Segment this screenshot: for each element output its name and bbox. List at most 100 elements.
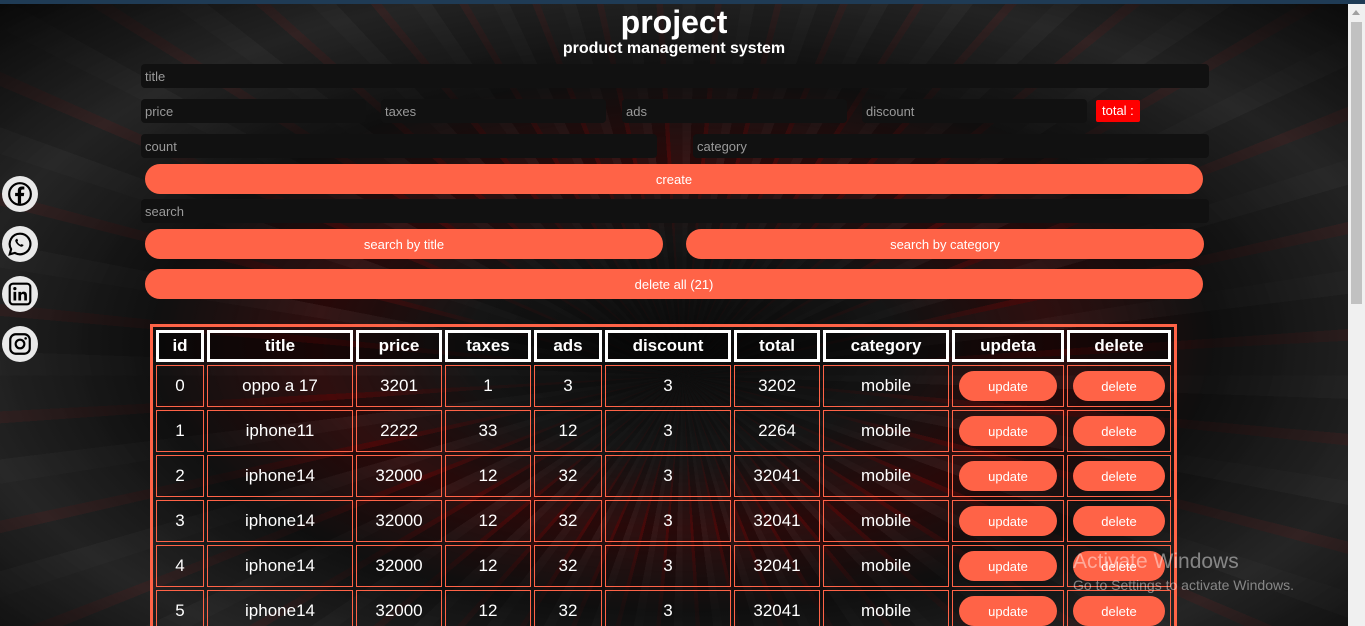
cell-delete: delete bbox=[1067, 365, 1171, 407]
delete-all-button[interactable]: delete all (21) bbox=[145, 269, 1203, 299]
vertical-scrollbar[interactable] bbox=[1348, 4, 1365, 626]
search-by-category-button[interactable]: search by category bbox=[686, 229, 1204, 259]
cell-update: update bbox=[952, 500, 1064, 542]
table-row: 0 oppo a 17 3201 1 3 3 3202 mobile updat… bbox=[156, 365, 1171, 407]
cell-discount: 3 bbox=[605, 545, 731, 587]
header-category: category bbox=[823, 330, 949, 362]
header-delete: delete bbox=[1067, 330, 1171, 362]
cell-update: update bbox=[952, 590, 1064, 626]
cell-total: 2264 bbox=[734, 410, 820, 452]
update-button[interactable]: update bbox=[959, 461, 1057, 491]
cell-update: update bbox=[952, 545, 1064, 587]
watermark-title: Activate Windows bbox=[1073, 550, 1239, 573]
header-taxes: taxes bbox=[445, 330, 531, 362]
cell-total: 32041 bbox=[734, 545, 820, 587]
cell-taxes: 12 bbox=[445, 455, 531, 497]
cell-delete: delete bbox=[1067, 410, 1171, 452]
cell-category: mobile bbox=[823, 545, 949, 587]
update-button[interactable]: update bbox=[959, 551, 1057, 581]
table-row: 4 iphone14 32000 12 32 3 32041 mobile up… bbox=[156, 545, 1171, 587]
taxes-input[interactable] bbox=[381, 99, 606, 123]
linkedin-link[interactable] bbox=[2, 276, 38, 312]
cell-taxes: 12 bbox=[445, 590, 531, 626]
cell-delete: delete bbox=[1067, 500, 1171, 542]
cell-category: mobile bbox=[823, 365, 949, 407]
cell-title: iphone14 bbox=[207, 500, 353, 542]
cell-title: iphone14 bbox=[207, 545, 353, 587]
cell-discount: 3 bbox=[605, 455, 731, 497]
cell-price: 2222 bbox=[356, 410, 442, 452]
cell-price: 32000 bbox=[356, 500, 442, 542]
search-input[interactable] bbox=[141, 199, 1209, 223]
cell-id: 1 bbox=[156, 410, 204, 452]
cell-taxes: 33 bbox=[445, 410, 531, 452]
cell-title: iphone11 bbox=[207, 410, 353, 452]
ads-input[interactable] bbox=[622, 99, 847, 123]
cell-category: mobile bbox=[823, 410, 949, 452]
cell-total: 3202 bbox=[734, 365, 820, 407]
facebook-link[interactable] bbox=[2, 176, 38, 212]
cell-price: 3201 bbox=[356, 365, 442, 407]
watermark-subtitle: Go to Settings to activate Windows. bbox=[1073, 577, 1294, 593]
cell-id: 0 bbox=[156, 365, 204, 407]
update-button[interactable]: update bbox=[959, 506, 1057, 536]
delete-button[interactable]: delete bbox=[1073, 506, 1165, 536]
table-row: 5 iphone14 32000 12 32 3 32041 mobile up… bbox=[156, 590, 1171, 626]
whatsapp-icon bbox=[8, 232, 32, 256]
scrollbar-thumb[interactable] bbox=[1351, 22, 1362, 304]
count-input[interactable] bbox=[141, 134, 657, 158]
update-button[interactable]: update bbox=[959, 596, 1057, 626]
activation-watermark: Activate Windows Go to Settings to activ… bbox=[1073, 550, 1294, 593]
title-input[interactable] bbox=[141, 64, 1209, 88]
cell-total: 32041 bbox=[734, 500, 820, 542]
cell-price: 32000 bbox=[356, 590, 442, 626]
cell-id: 2 bbox=[156, 455, 204, 497]
update-button[interactable]: update bbox=[959, 371, 1057, 401]
cell-discount: 3 bbox=[605, 500, 731, 542]
discount-input[interactable] bbox=[862, 99, 1087, 123]
cell-update: update bbox=[952, 410, 1064, 452]
delete-button[interactable]: delete bbox=[1073, 416, 1165, 446]
total-badge: total : bbox=[1096, 100, 1140, 122]
cell-ads: 32 bbox=[534, 500, 602, 542]
table-header-row: id title price taxes ads discount total … bbox=[156, 330, 1171, 362]
cell-taxes: 12 bbox=[445, 500, 531, 542]
products-table: id title price taxes ads discount total … bbox=[150, 324, 1177, 626]
cell-ads: 12 bbox=[534, 410, 602, 452]
cell-update: update bbox=[952, 455, 1064, 497]
create-button[interactable]: create bbox=[145, 164, 1203, 194]
cell-ads: 32 bbox=[534, 590, 602, 626]
cell-discount: 3 bbox=[605, 365, 731, 407]
instagram-icon bbox=[9, 333, 31, 355]
whatsapp-link[interactable] bbox=[2, 226, 38, 262]
instagram-link[interactable] bbox=[2, 326, 38, 362]
cell-total: 32041 bbox=[734, 455, 820, 497]
table-row: 1 iphone11 2222 33 12 3 2264 mobile upda… bbox=[156, 410, 1171, 452]
cell-delete: delete bbox=[1067, 590, 1171, 626]
category-input[interactable] bbox=[693, 134, 1209, 158]
cell-id: 4 bbox=[156, 545, 204, 587]
cell-price: 32000 bbox=[356, 455, 442, 497]
cell-category: mobile bbox=[823, 500, 949, 542]
cell-id: 5 bbox=[156, 590, 204, 626]
delete-button[interactable]: delete bbox=[1073, 371, 1165, 401]
delete-button[interactable]: delete bbox=[1073, 461, 1165, 491]
facebook-icon bbox=[8, 182, 32, 206]
scroll-up-arrow-icon[interactable] bbox=[1352, 10, 1360, 15]
header-total: total bbox=[734, 330, 820, 362]
header-title: title bbox=[207, 330, 353, 362]
cell-title: oppo a 17 bbox=[207, 365, 353, 407]
cell-update: update bbox=[952, 365, 1064, 407]
cell-price: 32000 bbox=[356, 545, 442, 587]
update-button[interactable]: update bbox=[959, 416, 1057, 446]
delete-button[interactable]: delete bbox=[1073, 596, 1165, 626]
cell-title: iphone14 bbox=[207, 590, 353, 626]
search-by-title-button[interactable]: search by title bbox=[145, 229, 663, 259]
cell-ads: 32 bbox=[534, 455, 602, 497]
header-id: id bbox=[156, 330, 204, 362]
cell-delete: delete bbox=[1067, 455, 1171, 497]
cell-id: 3 bbox=[156, 500, 204, 542]
price-input[interactable] bbox=[141, 99, 366, 123]
header-update: updeta bbox=[952, 330, 1064, 362]
page-subtitle: product management system bbox=[562, 40, 786, 57]
